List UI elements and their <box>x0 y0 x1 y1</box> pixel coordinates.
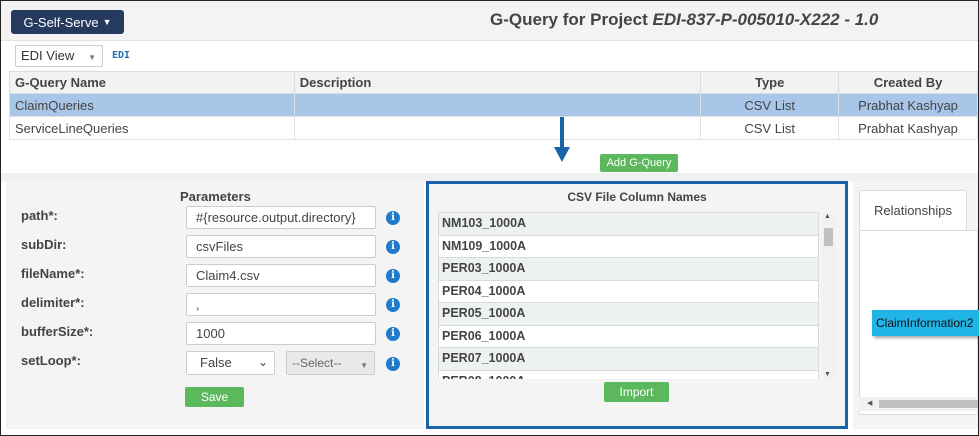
path-input[interactable]: #{resource.output.directory} <box>186 206 376 229</box>
list-item[interactable]: PER05_1000A <box>438 302 819 325</box>
parameters-title: Parameters <box>180 189 251 204</box>
query-created-by-cell: Prabhat Kashyap <box>838 93 978 117</box>
setloop-secondary-select[interactable]: --Select-- ▼ <box>286 351 375 375</box>
caret-down-icon: ▼ <box>102 17 112 27</box>
query-type-cell: CSV List <box>700 93 840 117</box>
filename-input[interactable]: Claim4.csv <box>186 264 376 287</box>
import-button[interactable]: Import <box>604 382 669 402</box>
delimiter-input[interactable]: , <box>186 293 376 316</box>
top-bar: G-Self-Serve ▼ G-Query for Project EDI-8… <box>1 1 978 41</box>
param-label-setloop: setLoop*: <box>21 353 81 368</box>
query-name-cell[interactable]: ClaimQueries <box>9 93 295 117</box>
param-label-buffersize: bufferSize*: <box>21 324 94 339</box>
edi-link[interactable]: EDI <box>112 50 130 61</box>
view-select[interactable]: EDI View ▼ <box>15 45 103 67</box>
column-header-created-by[interactable]: Created By <box>838 71 978 94</box>
relationships-panel: Relationships ClaimInformation2 ◀ <box>853 181 979 429</box>
scrollbar-thumb[interactable] <box>824 228 833 246</box>
csv-panel-title: CSV File Column Names <box>567 190 707 204</box>
list-item[interactable]: PER03_1000A <box>438 257 819 280</box>
query-type-cell: CSV List <box>700 116 840 140</box>
scroll-up-icon[interactable]: ▲ <box>824 213 831 220</box>
param-label-filename: fileName*: <box>21 266 85 281</box>
query-created-by-cell: Prabhat Kashyap <box>838 116 978 140</box>
view-select-value: EDI View <box>21 48 75 63</box>
setloop-select[interactable]: False ⌄ <box>186 351 275 375</box>
csv-column-list[interactable]: NM103_1000A NM109_1000A PER03_1000A PER0… <box>438 212 819 379</box>
info-icon[interactable]: i <box>386 298 400 312</box>
query-table-header: G-Query Name Description Type Created By <box>9 71 978 94</box>
setloop-value: False <box>200 355 232 370</box>
csv-list-scrollbar[interactable]: ▲ ▼ <box>822 212 835 379</box>
info-icon[interactable]: i <box>386 240 400 254</box>
project-name: EDI-837-P-005010-X222 - 1.0 <box>652 10 879 29</box>
page-title-prefix: G-Query for Project <box>490 10 653 29</box>
subdir-input[interactable]: csvFiles <box>186 235 376 258</box>
tab-relationships[interactable]: Relationships <box>859 190 967 230</box>
query-description-cell <box>293 116 702 140</box>
table-row[interactable]: ClaimQueries CSV List Prabhat Kashyap <box>9 93 978 117</box>
list-item[interactable]: NM103_1000A <box>438 212 819 235</box>
page-title: G-Query for Project EDI-837-P-005010-X22… <box>490 10 878 30</box>
scrollbar-thumb[interactable] <box>879 400 978 408</box>
list-item[interactable]: NM109_1000A <box>438 234 819 257</box>
parameters-panel: Parameters path*: #{resource.output.dire… <box>6 181 424 429</box>
info-icon[interactable]: i <box>386 357 400 371</box>
section-divider <box>1 173 978 181</box>
query-name-cell[interactable]: ServiceLineQueries <box>9 116 295 140</box>
dropdown-arrow-icon: ▼ <box>360 361 368 370</box>
scroll-left-icon[interactable]: ◀ <box>867 399 872 407</box>
column-header-type[interactable]: Type <box>700 71 840 94</box>
buffersize-input[interactable]: 1000 <box>186 322 376 345</box>
csv-columns-panel: CSV File Column Names NM103_1000A NM109_… <box>426 181 848 429</box>
column-header-description[interactable]: Description <box>293 71 702 94</box>
param-label-path: path*: <box>21 208 58 223</box>
add-g-query-button[interactable]: Add G-Query <box>600 154 678 172</box>
info-icon[interactable]: i <box>386 211 400 225</box>
info-icon[interactable]: i <box>386 269 400 283</box>
param-label-delimiter: delimiter*: <box>21 295 85 310</box>
list-item[interactable]: PER08_1000A <box>438 369 819 379</box>
self-serve-menu-label: G-Self-Serve <box>23 14 99 30</box>
relationship-node[interactable]: ClaimInformation2 <box>872 310 979 336</box>
self-serve-menu-button[interactable]: G-Self-Serve ▼ <box>11 10 124 34</box>
dropdown-arrow-icon: ▼ <box>88 53 96 62</box>
scroll-down-icon[interactable]: ▼ <box>824 371 831 378</box>
list-item[interactable]: PER07_1000A <box>438 347 819 370</box>
column-header-name[interactable]: G-Query Name <box>9 71 295 94</box>
query-table: G-Query Name Description Type Created By… <box>9 71 978 140</box>
setloop-secondary-value: --Select-- <box>292 356 342 370</box>
param-label-subdir: subDir: <box>21 237 67 252</box>
list-item[interactable]: PER06_1000A <box>438 324 819 347</box>
chevron-down-icon: ⌄ <box>257 355 268 369</box>
list-item[interactable]: PER04_1000A <box>438 279 819 302</box>
relationships-canvas: ClaimInformation2 <box>859 230 979 415</box>
save-button[interactable]: Save <box>185 387 244 407</box>
annotation-arrow-icon <box>554 117 570 162</box>
info-icon[interactable]: i <box>386 327 400 341</box>
query-description-cell <box>293 93 702 117</box>
table-row[interactable]: ServiceLineQueries CSV List Prabhat Kash… <box>9 116 978 140</box>
relationships-scrollbar[interactable]: ◀ <box>859 397 978 411</box>
